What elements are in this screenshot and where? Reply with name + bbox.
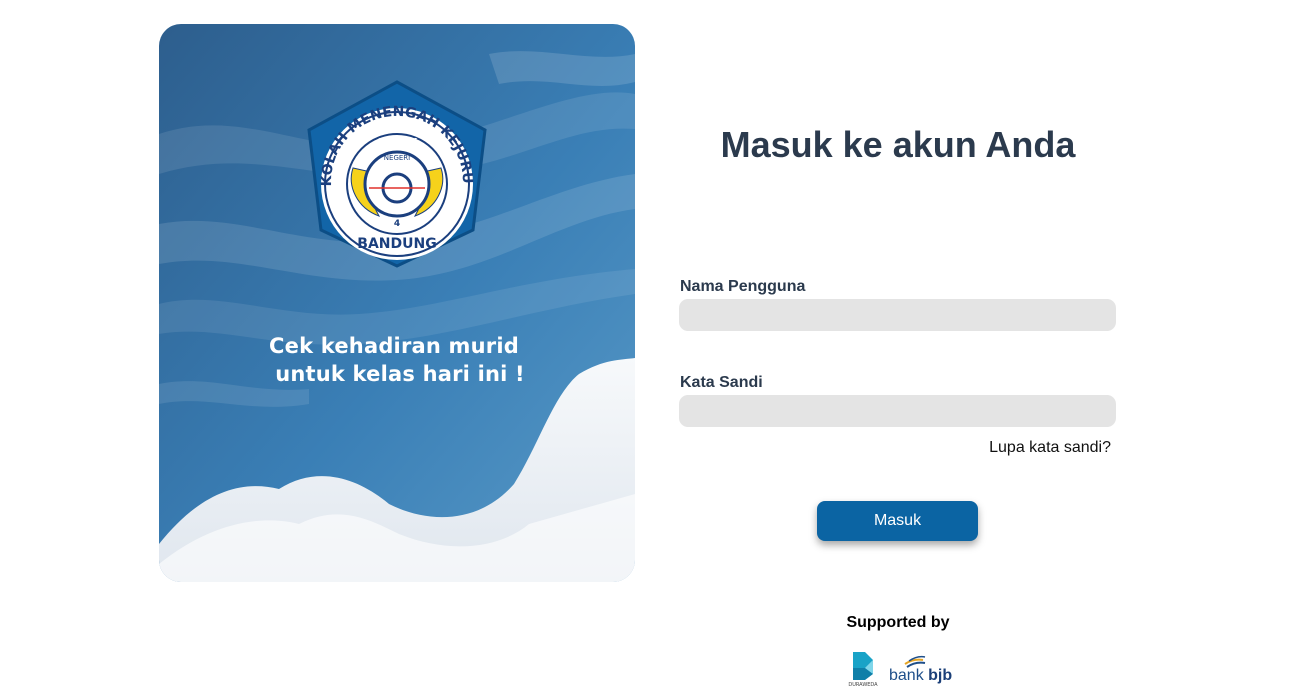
bank-bjb-logo: bank bjb bbox=[887, 654, 955, 686]
svg-text:K: K bbox=[409, 136, 418, 149]
password-label: Kata Sandi bbox=[680, 374, 763, 391]
svg-text:4: 4 bbox=[394, 219, 400, 229]
page-title: Masuk ke akun Anda bbox=[720, 124, 1076, 165]
bank-bjb-wave-icon bbox=[904, 655, 926, 668]
svg-text:M: M bbox=[392, 134, 403, 147]
svg-text:DURAWEDA: DURAWEDA bbox=[848, 682, 878, 688]
hero-tagline-line2: untuk kelas hari ini ! bbox=[275, 362, 525, 386]
supported-by-label: Supported by bbox=[846, 614, 950, 631]
login-button[interactable]: Masuk bbox=[817, 501, 978, 541]
svg-text:BANDUNG: BANDUNG bbox=[357, 236, 436, 252]
school-logo: SEKOLAH MENENGAH KEJURUAN BANDUNG S M K … bbox=[301, 78, 487, 268]
hero-panel: SEKOLAH MENENGAH KEJURUAN BANDUNG S M K … bbox=[159, 24, 635, 582]
svg-text:S: S bbox=[377, 136, 385, 149]
forgot-password-link[interactable]: Lupa kata sandi? bbox=[960, 439, 1111, 457]
bank-bjb-prefix: bank bbox=[889, 667, 924, 684]
password-input[interactable] bbox=[679, 395, 1116, 427]
sponsor-logos: DURAWEDA bank bjb bbox=[843, 648, 955, 688]
duraweda-logo-icon: DURAWEDA bbox=[848, 652, 878, 688]
username-input[interactable] bbox=[679, 299, 1116, 331]
hero-tagline-line1: Cek kehadiran murid bbox=[269, 334, 519, 358]
svg-text:NEGERI: NEGERI bbox=[384, 154, 410, 162]
bank-bjb-suffix: bjb bbox=[928, 667, 953, 684]
username-label: Nama Pengguna bbox=[680, 278, 806, 295]
